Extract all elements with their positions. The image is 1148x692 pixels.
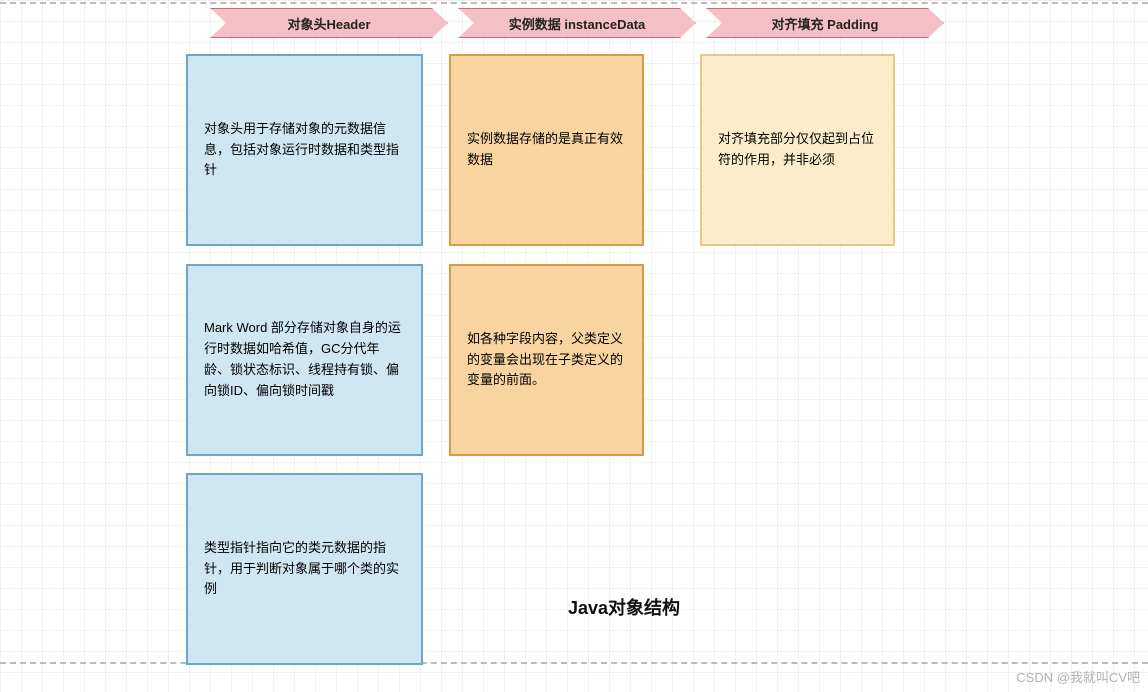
box-padding-desc: 对齐填充部分仅仅起到占位符的作用，并非必须 (700, 54, 895, 246)
box-fields-desc: 如各种字段内容，父类定义的变量会出现在子类定义的变量的前面。 (449, 264, 644, 456)
watermark: CSDN @我就叫CV吧 (1016, 667, 1140, 686)
box-typepointer-desc: 类型指针指向它的类元数据的指针，用于判断对象属于哪个类的实例 (186, 473, 423, 665)
box-instancedata-desc-text: 实例数据存储的是真正有效数据 (467, 129, 626, 171)
box-instancedata-desc: 实例数据存储的是真正有效数据 (449, 54, 644, 246)
box-header-desc-text: 对象头用于存储对象的元数据信息，包括对象运行时数据和类型指针 (204, 119, 405, 181)
box-typepointer-desc-text: 类型指针指向它的类元数据的指针，用于判断对象属于哪个类的实例 (204, 538, 405, 600)
box-markword-desc-text: Mark Word 部分存储对象自身的运行时数据如哈希值，GC分代年龄、锁状态标… (204, 318, 405, 401)
dashed-line-bottom (0, 662, 1148, 664)
header-arrow-col2: 实例数据 instanceData (458, 8, 696, 38)
header-arrow-col3: 对齐填充 Padding (706, 8, 944, 38)
header-label-col2: 实例数据 instanceData (509, 14, 646, 33)
box-header-desc: 对象头用于存储对象的元数据信息，包括对象运行时数据和类型指针 (186, 54, 423, 246)
header-label-col3: 对齐填充 Padding (772, 14, 879, 33)
box-padding-desc-text: 对齐填充部分仅仅起到占位符的作用，并非必须 (718, 129, 877, 171)
header-arrow-col1: 对象头Header (210, 8, 448, 38)
diagram-title: Java对象结构 (568, 594, 680, 620)
box-fields-desc-text: 如各种字段内容，父类定义的变量会出现在子类定义的变量的前面。 (467, 329, 626, 391)
dashed-line-top (0, 2, 1148, 4)
box-markword-desc: Mark Word 部分存储对象自身的运行时数据如哈希值，GC分代年龄、锁状态标… (186, 264, 423, 456)
header-label-col1: 对象头Header (287, 14, 370, 33)
